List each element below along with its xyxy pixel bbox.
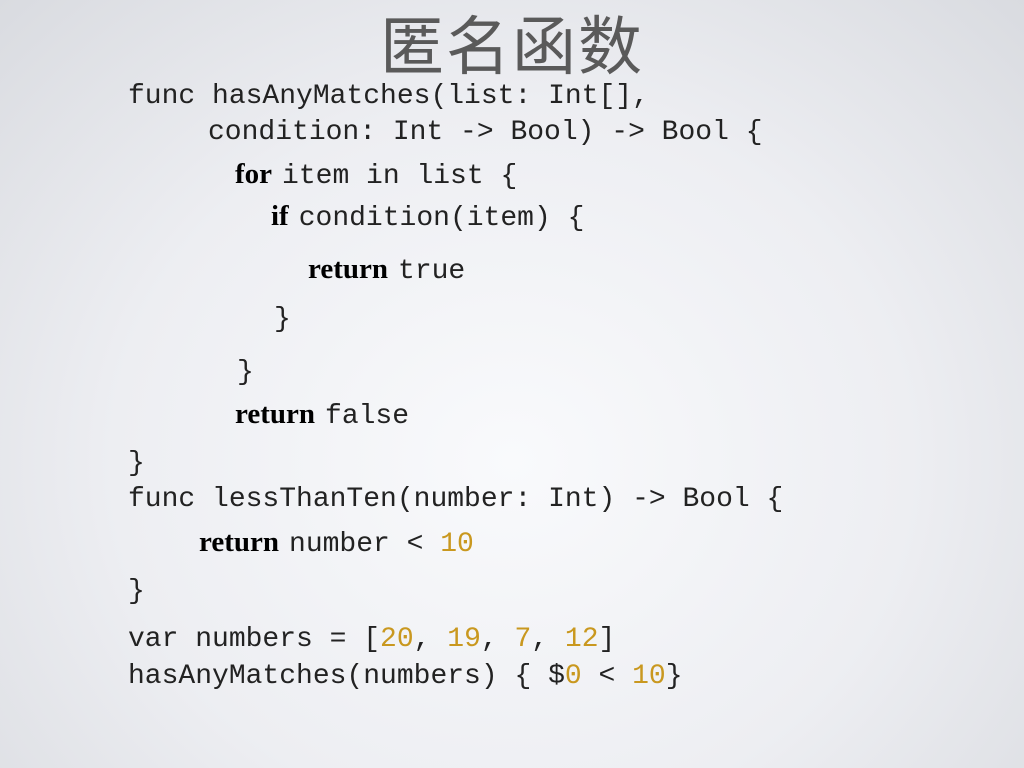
code-text: item in list { bbox=[282, 161, 518, 192]
code-line: var numbers = [20, 19, 7, 12] bbox=[128, 622, 615, 658]
code-line: return false bbox=[235, 396, 409, 435]
code-text: , bbox=[480, 624, 515, 655]
code-text: , bbox=[413, 624, 448, 655]
code-text: hasAnyMatches(numbers) { $ bbox=[128, 661, 565, 692]
code-line: func lessThanTen(number: Int) -> Bool { bbox=[128, 484, 784, 515]
number-literal: 20 bbox=[380, 624, 414, 655]
keyword: return bbox=[308, 253, 389, 285]
code-line: } bbox=[274, 304, 291, 335]
code-text: } bbox=[665, 661, 683, 692]
keyword: if bbox=[271, 200, 289, 232]
code-text: ] bbox=[598, 624, 616, 655]
code-line: hasAnyMatches(numbers) { $0 < 10} bbox=[128, 659, 683, 695]
keyword: return bbox=[235, 398, 316, 430]
keyword: return bbox=[199, 526, 280, 558]
keyword: for bbox=[235, 158, 273, 190]
code-text: var numbers = [ bbox=[128, 624, 381, 655]
number-literal: 10 bbox=[440, 529, 474, 560]
code-line: } bbox=[128, 448, 145, 479]
number-literal: 7 bbox=[514, 624, 532, 655]
code-line: condition: Int -> Bool) -> Bool { bbox=[208, 117, 763, 148]
code-line: return number < 10 bbox=[199, 524, 474, 563]
code-text: number < bbox=[289, 529, 441, 560]
code-line: if condition(item) { bbox=[271, 198, 584, 237]
number-literal: 19 bbox=[447, 624, 481, 655]
number-literal: 10 bbox=[632, 661, 666, 692]
code-text: false bbox=[325, 401, 410, 432]
code-text: condition(item) { bbox=[298, 203, 585, 234]
code-line: } bbox=[237, 357, 254, 388]
code-line: return true bbox=[308, 251, 465, 290]
code-line: } bbox=[128, 576, 145, 607]
number-literal: 12 bbox=[564, 624, 599, 655]
code-text: true bbox=[398, 256, 466, 287]
code-text: , bbox=[531, 624, 565, 655]
code-line: func hasAnyMatches(list: Int[], bbox=[128, 81, 649, 112]
code-line: for item in list { bbox=[235, 156, 517, 195]
code-text: < bbox=[581, 661, 633, 692]
number-literal: 0 bbox=[564, 661, 582, 692]
